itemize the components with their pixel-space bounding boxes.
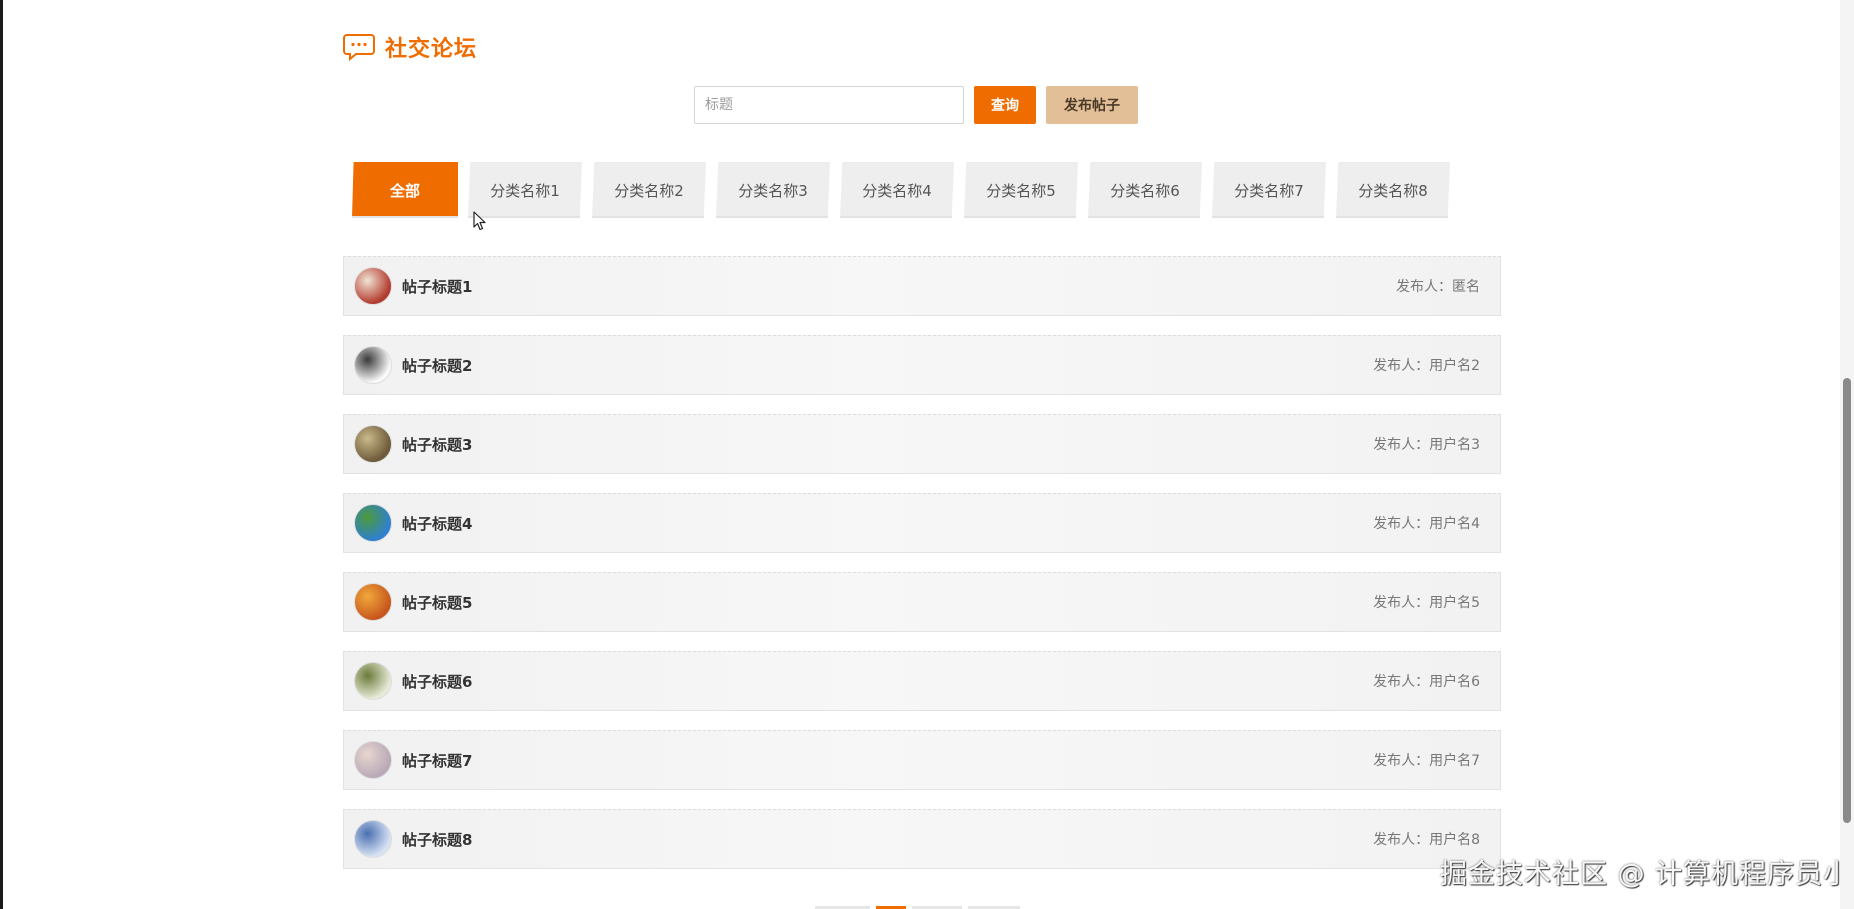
post-row[interactable]: 帖子标题7 发布人： 用户名7 [343, 730, 1501, 790]
post-avatar [354, 662, 392, 700]
post-avatar [354, 741, 392, 779]
tab-category-3[interactable]: 分类名称3 [716, 162, 830, 218]
author-name: 用户名2 [1429, 358, 1480, 374]
author-name: 用户名3 [1429, 437, 1480, 453]
post-list: 帖子标题1 发布人： 匿名 帖子标题2 发布人： 用户名2 帖子标题3 发布人：… [343, 256, 1501, 888]
post-author: 发布人： 用户名5 [1373, 592, 1480, 612]
author-name: 用户名6 [1429, 674, 1480, 690]
post-row[interactable]: 帖子标题6 发布人： 用户名6 [343, 651, 1501, 711]
chat-bubble-icon [343, 33, 375, 61]
tab-category-4[interactable]: 分类名称4 [840, 162, 954, 218]
tab-all[interactable]: 全部 [352, 162, 458, 218]
author-label: 发布人： [1373, 358, 1430, 374]
author-label: 发布人： [1373, 595, 1430, 611]
post-author: 发布人： 用户名4 [1373, 513, 1480, 533]
mouse-pointer-icon [473, 211, 487, 235]
post-title[interactable]: 帖子标题8 [402, 829, 1373, 850]
section-header: 社交论坛 [343, 30, 477, 64]
query-button[interactable]: 查询 [974, 86, 1036, 124]
scrollbar-thumb[interactable] [1843, 378, 1851, 823]
author-label: 发布人： [1373, 832, 1430, 848]
author-label: 发布人： [1373, 437, 1430, 453]
post-author: 发布人： 用户名3 [1373, 434, 1480, 454]
post-author: 发布人： 用户名6 [1373, 671, 1480, 691]
post-title[interactable]: 帖子标题4 [402, 513, 1373, 534]
post-title[interactable]: 帖子标题7 [402, 750, 1373, 771]
post-row[interactable]: 帖子标题4 发布人： 用户名4 [343, 493, 1501, 553]
author-label: 发布人： [1373, 516, 1430, 532]
post-author: 发布人： 用户名2 [1373, 355, 1480, 375]
vertical-scrollbar[interactable] [1840, 0, 1854, 909]
tab-category-6[interactable]: 分类名称6 [1088, 162, 1202, 218]
search-bar: 查询 发布帖子 [694, 84, 1138, 126]
post-avatar [354, 504, 392, 542]
tab-category-7[interactable]: 分类名称7 [1212, 162, 1326, 218]
tab-category-2[interactable]: 分类名称2 [592, 162, 706, 218]
search-input[interactable] [694, 86, 964, 124]
post-avatar [354, 583, 392, 621]
post-row[interactable]: 帖子标题3 发布人： 用户名3 [343, 414, 1501, 474]
author-name: 用户名8 [1429, 832, 1480, 848]
page-title: 社交论坛 [385, 37, 478, 62]
post-avatar [354, 820, 392, 858]
author-label: 发布人： [1373, 753, 1430, 769]
post-author: 发布人： 用户名7 [1373, 750, 1480, 770]
post-avatar [354, 425, 392, 463]
post-row[interactable]: 帖子标题5 发布人： 用户名5 [343, 572, 1501, 632]
author-name: 用户名7 [1429, 753, 1480, 769]
post-row[interactable]: 帖子标题1 发布人： 匿名 [343, 256, 1501, 316]
post-row[interactable]: 帖子标题8 发布人： 用户名8 [343, 809, 1501, 869]
post-title[interactable]: 帖子标题6 [402, 671, 1373, 692]
post-avatar [354, 267, 392, 305]
watermark-text: 掘金技术社区 @ 计算机程序员小杨 [1440, 859, 1854, 890]
tab-category-5[interactable]: 分类名称5 [964, 162, 1078, 218]
author-name: 用户名5 [1429, 595, 1480, 611]
publish-post-button[interactable]: 发布帖子 [1046, 86, 1138, 124]
post-title[interactable]: 帖子标题2 [402, 355, 1373, 376]
post-title[interactable]: 帖子标题3 [402, 434, 1373, 455]
post-title[interactable]: 帖子标题5 [402, 592, 1373, 613]
author-name: 用户名4 [1429, 516, 1480, 532]
category-tabs: 全部 分类名称1 分类名称2 分类名称3 分类名称4 分类名称5 分类名称6 分… [352, 162, 1450, 220]
author-label: 发布人： [1373, 674, 1430, 690]
post-avatar [354, 346, 392, 384]
post-row[interactable]: 帖子标题2 发布人： 用户名2 [343, 335, 1501, 395]
tab-category-1[interactable]: 分类名称1 [468, 162, 582, 218]
tab-category-8[interactable]: 分类名称8 [1336, 162, 1450, 218]
author-label: 发布人： [1396, 279, 1452, 295]
post-author: 发布人： 用户名8 [1373, 829, 1480, 849]
post-author: 发布人： 匿名 [1396, 276, 1480, 296]
author-name: 匿名 [1452, 279, 1480, 295]
post-title[interactable]: 帖子标题1 [402, 276, 1396, 297]
window-left-edge [0, 0, 3, 909]
